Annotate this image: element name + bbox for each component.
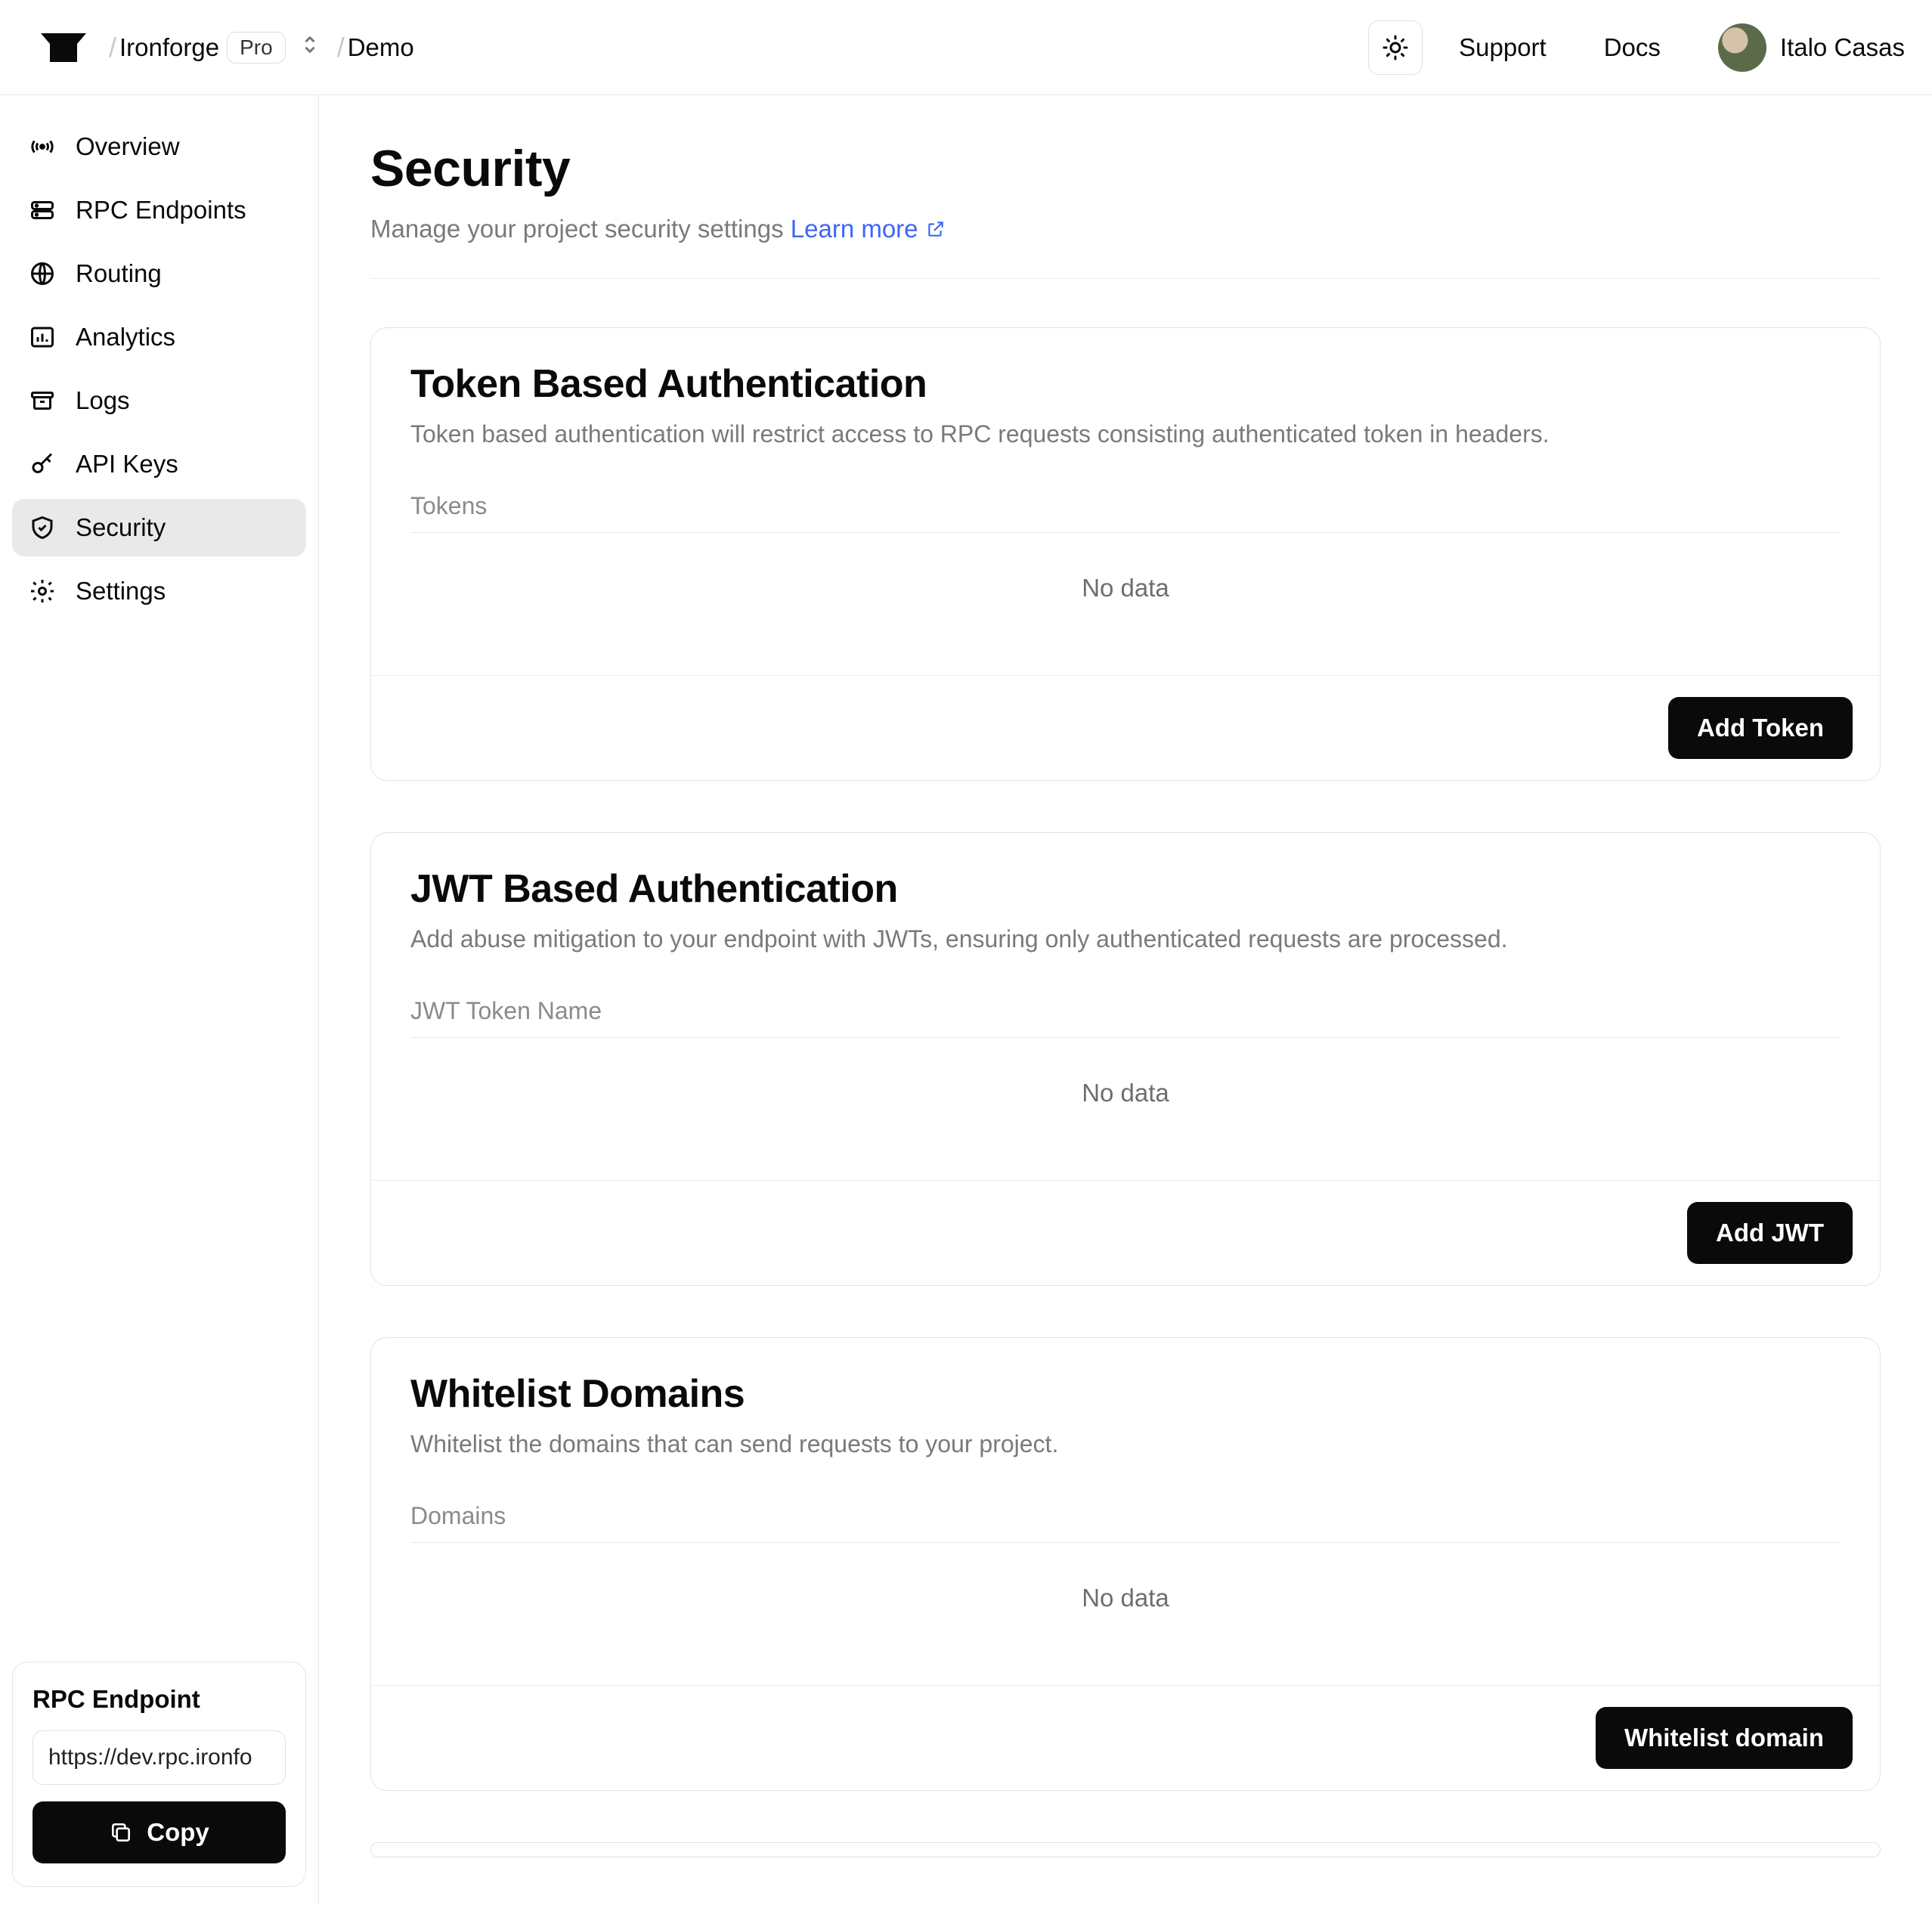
external-link-icon [926,216,946,245]
empty-state: No data [410,533,1841,648]
rpc-endpoint-card: RPC Endpoint Copy [12,1662,306,1887]
sidebar-item-logs[interactable]: Logs [12,372,306,429]
sidebar-item-routing[interactable]: Routing [12,245,306,302]
brand-logo[interactable] [36,30,91,65]
next-card-peek [370,1842,1881,1857]
card-description: Whitelist the domains that can send requ… [410,1430,1841,1458]
sidebar-item-rpc-endpoints[interactable]: RPC Endpoints [12,181,306,239]
sidebar-item-label: Analytics [76,323,175,352]
sidebar-item-label: Logs [76,386,130,415]
sidebar-item-api-keys[interactable]: API Keys [12,435,306,493]
theme-toggle[interactable] [1368,20,1423,75]
support-link[interactable]: Support [1459,33,1547,62]
key-icon [27,449,57,479]
bar-chart-icon [27,322,57,352]
card-title: Token Based Authentication [410,361,1841,407]
sidebar-item-label: Settings [76,577,166,606]
slash-icon: / [334,32,348,64]
domains-column-header: Domains [410,1502,1841,1530]
card-title: Whitelist Domains [410,1371,1841,1417]
breadcrumb-project[interactable]: Demo [348,33,414,62]
add-jwt-button[interactable]: Add JWT [1687,1202,1853,1264]
topbar: / Ironforge Pro / Demo Support Docs Ital… [0,0,1932,95]
globe-icon [27,259,57,289]
card-description: Token based authentication will restrict… [410,420,1841,448]
sidebar-item-label: API Keys [76,450,178,479]
empty-state: No data [410,1543,1841,1658]
learn-more-link[interactable]: Learn more [791,215,946,243]
breadcrumb: / Ironforge Pro / Demo [106,32,414,64]
sidebar-item-label: Security [76,513,166,542]
server-icon [27,195,57,225]
add-token-button[interactable]: Add Token [1668,697,1853,759]
divider [370,278,1881,279]
tokens-column-header: Tokens [410,492,1841,520]
whitelist-domains-card: Whitelist Domains Whitelist the domains … [370,1337,1881,1791]
page-subtitle: Manage your project security settings Le… [370,215,1881,245]
copy-label: Copy [147,1818,209,1847]
slash-icon: / [106,32,119,64]
org-switcher[interactable] [299,32,320,64]
sidebar-item-security[interactable]: Security [12,499,306,556]
rpc-endpoint-input[interactable] [33,1730,286,1785]
sidebar-item-settings[interactable]: Settings [12,562,306,620]
sidebar-item-overview[interactable]: Overview [12,118,306,175]
card-title: JWT Based Authentication [410,866,1841,912]
user-name: Italo Casas [1780,33,1905,62]
whitelist-domain-button[interactable]: Whitelist domain [1596,1707,1853,1769]
sidebar-item-label: Overview [76,132,180,161]
rpc-endpoint-title: RPC Endpoint [33,1685,286,1714]
jwt-column-header: JWT Token Name [410,997,1841,1025]
sidebar-item-label: RPC Endpoints [76,196,246,225]
plan-badge: Pro [227,32,286,64]
page-title: Security [370,139,1881,198]
sidebar: Overview RPC Endpoints Routing Analytics… [0,95,319,1905]
jwt-auth-card: JWT Based Authentication Add abuse mitig… [370,832,1881,1286]
sidebar-item-analytics[interactable]: Analytics [12,308,306,366]
shield-icon [27,513,57,543]
avatar [1718,23,1766,72]
empty-state: No data [410,1038,1841,1153]
sidebar-item-label: Routing [76,259,162,288]
archive-icon [27,386,57,416]
card-description: Add abuse mitigation to your endpoint wi… [410,925,1841,953]
user-menu[interactable]: Italo Casas [1718,23,1905,72]
gear-icon [27,576,57,606]
breadcrumb-org[interactable]: Ironforge [119,33,219,62]
docs-link[interactable]: Docs [1604,33,1661,62]
main-content: Security Manage your project security se… [319,95,1932,1905]
token-auth-card: Token Based Authentication Token based a… [370,327,1881,781]
broadcast-icon [27,132,57,162]
copy-button[interactable]: Copy [33,1801,286,1863]
